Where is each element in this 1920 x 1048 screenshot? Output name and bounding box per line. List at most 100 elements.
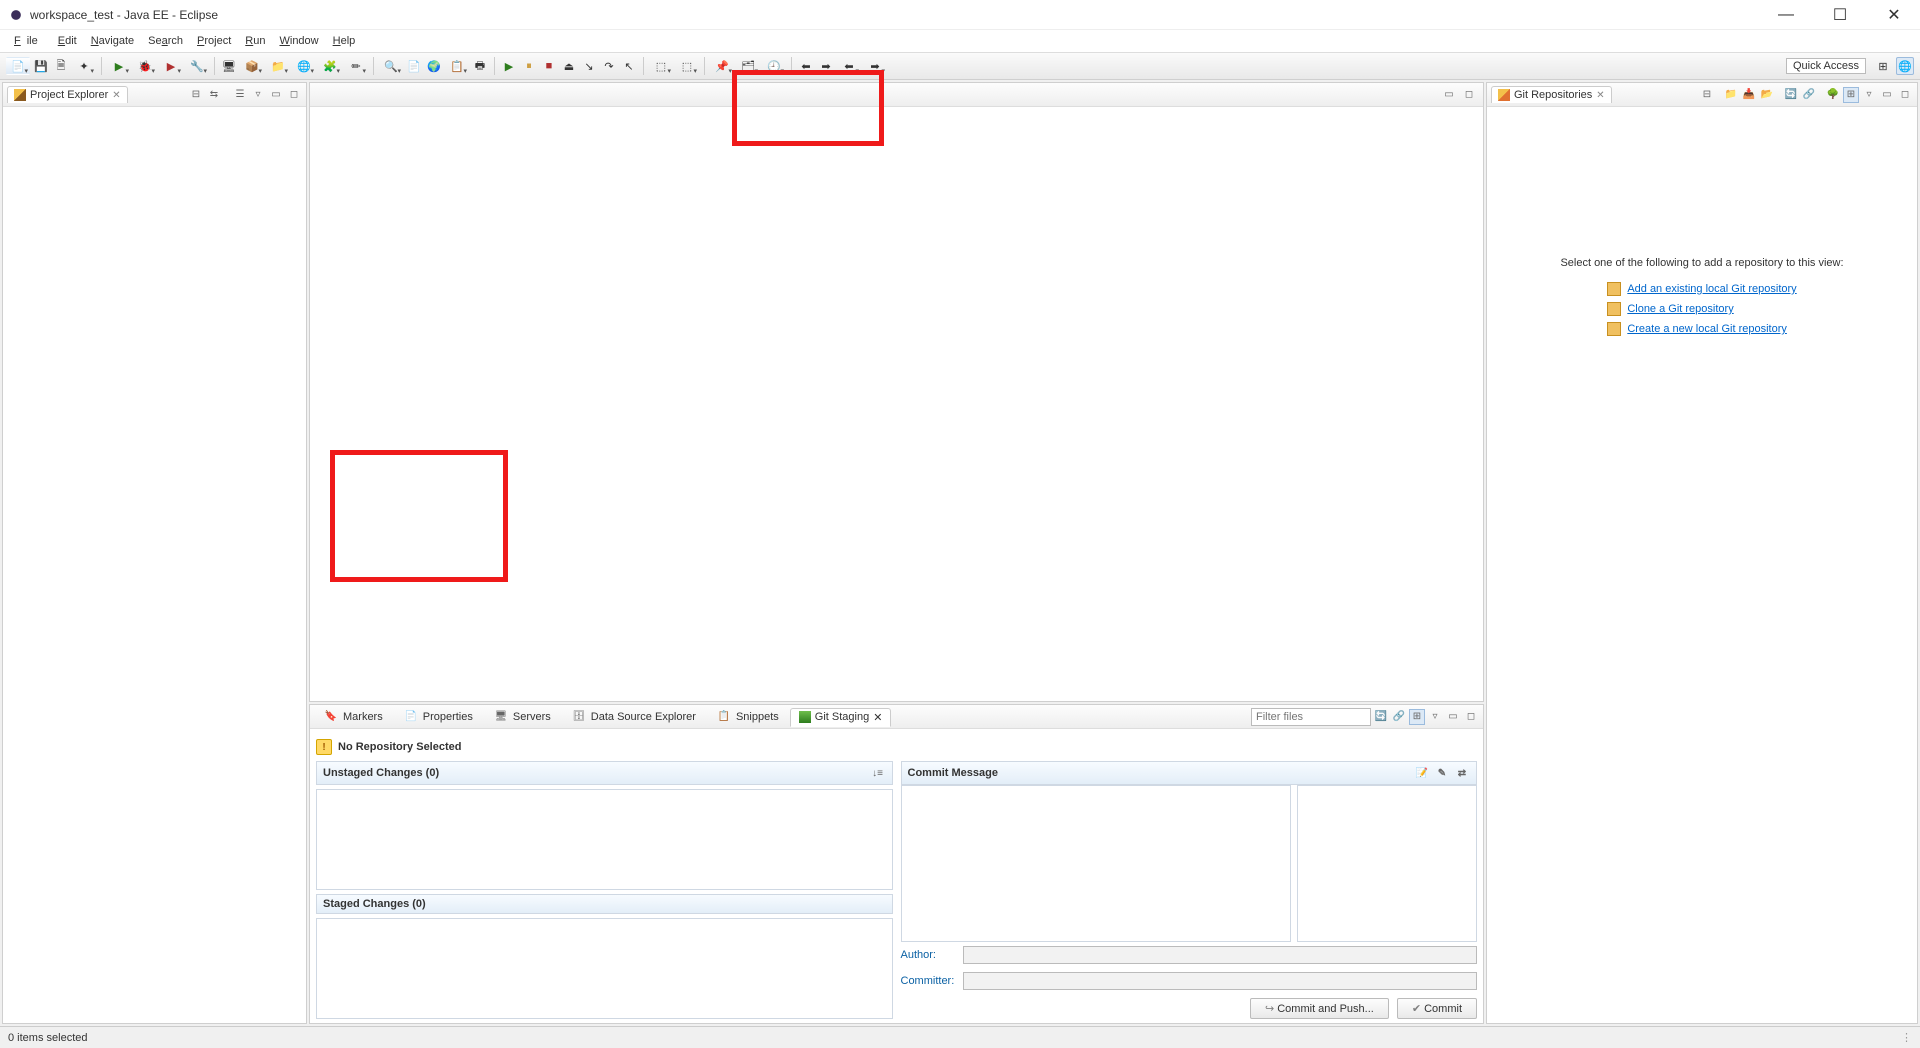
print-button[interactable]: 🖶 bbox=[471, 57, 489, 75]
menu-file[interactable]: File bbox=[8, 33, 50, 49]
new-server-button[interactable]: 🖥 bbox=[220, 57, 238, 75]
commit-button[interactable]: ✔ Commit bbox=[1397, 998, 1477, 1019]
unstaged-changes-list[interactable] bbox=[316, 789, 893, 890]
terminate-button[interactable]: ■ bbox=[540, 57, 558, 75]
forward-button[interactable]: ➡ bbox=[817, 57, 835, 75]
project-explorer-tab[interactable]: Project Explorer ✕ bbox=[7, 86, 128, 103]
run-button[interactable]: ▶ bbox=[107, 57, 131, 75]
external-tools-button[interactable]: 🔧 bbox=[185, 57, 209, 75]
save-all-button[interactable]: 🗎 bbox=[52, 57, 70, 75]
new-wizard-button[interactable]: ✦ bbox=[72, 57, 96, 75]
author-input[interactable] bbox=[963, 946, 1478, 964]
save-button[interactable]: 💾 bbox=[32, 57, 50, 75]
menu-edit[interactable]: Edit bbox=[52, 33, 83, 49]
window-maximize-button[interactable]: ☐ bbox=[1822, 3, 1858, 27]
tab-properties[interactable]: 📄Properties bbox=[394, 706, 482, 728]
tab-git-staging[interactable]: Git Staging✕ bbox=[790, 708, 892, 727]
menu-project[interactable]: Project bbox=[191, 33, 237, 49]
align-left-button[interactable]: ⬚ bbox=[649, 57, 673, 75]
layout-toggle-icon[interactable]: ⊞ bbox=[1409, 709, 1425, 725]
jpa-button[interactable]: 🧩 bbox=[318, 57, 342, 75]
menu-run[interactable]: Run bbox=[239, 33, 271, 49]
create-repo-link[interactable]: Create a new local Git repository bbox=[1627, 323, 1787, 335]
branch-layout-icon[interactable]: ⊞ bbox=[1843, 87, 1859, 103]
window-close-button[interactable]: ✕ bbox=[1876, 3, 1912, 27]
browser-button[interactable]: 🌍 bbox=[425, 57, 443, 75]
refresh-icon[interactable]: 🔄 bbox=[1373, 709, 1389, 725]
step-over-button[interactable]: ↷ bbox=[600, 57, 618, 75]
menu-window[interactable]: Window bbox=[273, 33, 324, 49]
step-return-button[interactable]: ↖ bbox=[620, 57, 638, 75]
run-last-button[interactable]: ▶ bbox=[159, 57, 183, 75]
edit-button[interactable]: ✏ bbox=[344, 57, 368, 75]
view-menu-icon[interactable]: ▿ bbox=[1861, 87, 1877, 103]
close-icon[interactable]: ✕ bbox=[112, 90, 120, 101]
view-menu-icon[interactable]: ▿ bbox=[1427, 709, 1443, 725]
link-selection-icon[interactable]: 🔗 bbox=[1391, 709, 1407, 725]
nav-back-button[interactable]: ⬅ bbox=[837, 57, 861, 75]
ejb-button[interactable]: 📦 bbox=[240, 57, 264, 75]
minimize-view-icon[interactable]: ▭ bbox=[1445, 709, 1461, 725]
git-repositories-tab[interactable]: Git Repositories ✕ bbox=[1491, 86, 1612, 103]
suspend-button[interactable]: ⏸ bbox=[520, 57, 538, 75]
new-button[interactable]: 📄 bbox=[6, 57, 30, 75]
create-repo-icon[interactable]: 📂 bbox=[1759, 87, 1775, 103]
add-existing-repo-link[interactable]: Add an existing local Git repository bbox=[1627, 283, 1796, 295]
maximize-view-icon[interactable]: ◻ bbox=[286, 87, 302, 103]
history-button[interactable]: 🕘 bbox=[762, 57, 786, 75]
task-button[interactable]: 📋 bbox=[445, 57, 469, 75]
tab-markers[interactable]: 🔖Markers bbox=[314, 706, 392, 728]
maximize-view-icon[interactable]: ◻ bbox=[1897, 87, 1913, 103]
add-repo-icon[interactable]: 📁 bbox=[1723, 87, 1739, 103]
collapse-all-icon[interactable]: ⊟ bbox=[1699, 87, 1715, 103]
back-button[interactable]: ⬅ bbox=[797, 57, 815, 75]
filter-dropdown[interactable]: 🗂 bbox=[736, 57, 760, 75]
resume-button[interactable]: ▶ bbox=[500, 57, 518, 75]
sort-icon[interactable]: ↓≡ bbox=[870, 765, 886, 781]
open-perspective-button[interactable]: ⊞ bbox=[1874, 57, 1892, 75]
javaee-perspective-button[interactable]: 🌐 bbox=[1896, 57, 1914, 75]
view-menu-icon[interactable]: ▿ bbox=[250, 87, 266, 103]
tab-servers[interactable]: 🖥Servers bbox=[484, 706, 560, 728]
step-into-button[interactable]: ↘ bbox=[580, 57, 598, 75]
editor-minimize-icon[interactable]: ▭ bbox=[1441, 87, 1457, 103]
hierarchical-icon[interactable]: 🌳 bbox=[1825, 87, 1841, 103]
tab-data-source-explorer[interactable]: 🗄Data Source Explorer bbox=[562, 706, 705, 728]
link-selection-icon[interactable]: 🔗 bbox=[1801, 87, 1817, 103]
debug-button[interactable]: 🐞 bbox=[133, 57, 157, 75]
nav-forward-button[interactable]: ➡ bbox=[863, 57, 887, 75]
web-button[interactable]: 🌐 bbox=[292, 57, 316, 75]
collapse-all-icon[interactable]: ⊟ bbox=[188, 87, 204, 103]
clone-repo-link[interactable]: Clone a Git repository bbox=[1627, 303, 1733, 315]
quick-access[interactable]: Quick Access bbox=[1786, 58, 1866, 74]
focus-task-icon[interactable]: ☰ bbox=[232, 87, 248, 103]
clone-repo-icon[interactable]: 📥 bbox=[1741, 87, 1757, 103]
filter-files-input[interactable] bbox=[1251, 708, 1371, 726]
commit-and-push-button[interactable]: ↪ Commit and Push... bbox=[1250, 998, 1389, 1019]
disconnect-button[interactable]: ⏏ bbox=[560, 57, 578, 75]
menu-navigate[interactable]: Navigate bbox=[85, 33, 140, 49]
changeid-icon[interactable]: ⇄ bbox=[1454, 765, 1470, 781]
staged-changes-list[interactable] bbox=[316, 918, 893, 1019]
link-editor-icon[interactable]: ⇆ bbox=[206, 87, 222, 103]
menu-help[interactable]: Help bbox=[327, 33, 362, 49]
search-button[interactable]: 🔍 bbox=[379, 57, 403, 75]
refresh-icon[interactable]: 🔄 bbox=[1783, 87, 1799, 103]
menu-search[interactable]: Search bbox=[142, 33, 189, 49]
pin-button[interactable]: 📌 bbox=[710, 57, 734, 75]
minimize-view-icon[interactable]: ▭ bbox=[268, 87, 284, 103]
close-icon[interactable]: ✕ bbox=[873, 711, 882, 724]
commit-message-textarea[interactable] bbox=[901, 785, 1292, 942]
close-icon[interactable]: ✕ bbox=[1596, 90, 1604, 101]
folder-button[interactable]: 📁 bbox=[266, 57, 290, 75]
amend-icon[interactable]: 📝 bbox=[1414, 765, 1430, 781]
align-right-button[interactable]: ⬚ bbox=[675, 57, 699, 75]
editor-maximize-icon[interactable]: ◻ bbox=[1461, 87, 1477, 103]
maximize-view-icon[interactable]: ◻ bbox=[1463, 709, 1479, 725]
minimize-view-icon[interactable]: ▭ bbox=[1879, 87, 1895, 103]
tab-snippets[interactable]: 📋Snippets bbox=[707, 706, 788, 728]
window-minimize-button[interactable]: — bbox=[1768, 3, 1804, 27]
signoff-icon[interactable]: ✎ bbox=[1434, 765, 1450, 781]
committer-input[interactable] bbox=[963, 972, 1478, 990]
open-type-button[interactable]: 📄 bbox=[405, 57, 423, 75]
